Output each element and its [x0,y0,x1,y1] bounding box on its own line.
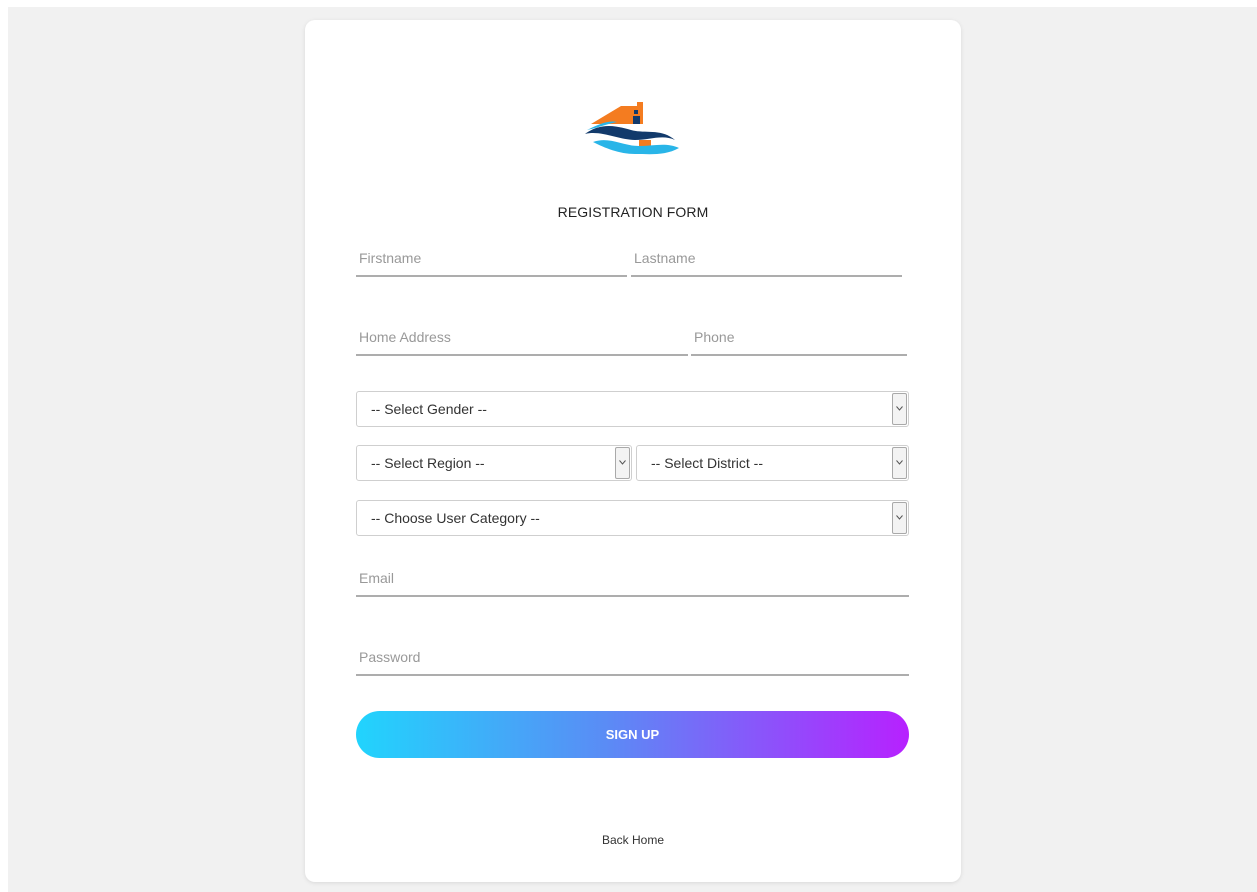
firstname-field[interactable] [356,241,627,277]
back-home-link[interactable]: Back Home [305,833,961,847]
password-field[interactable] [356,640,909,676]
house-on-waves-logo [585,102,679,155]
district-select[interactable]: -- Select District -- [636,445,909,481]
chevron-down-icon [892,502,907,534]
user-category-select[interactable]: -- Choose User Category -- [356,500,909,536]
gender-select-value: -- Select Gender -- [371,401,487,417]
form-title: REGISTRATION FORM [557,204,709,220]
lastname-field[interactable] [631,241,902,277]
home-address-field[interactable] [356,320,688,356]
registration-card: REGISTRATION FORM -- Select Gender -- --… [305,20,961,882]
email-field[interactable] [356,561,909,597]
region-select-value: -- Select Region -- [371,455,485,471]
phone-field[interactable] [691,320,907,356]
region-select[interactable]: -- Select Region -- [356,445,632,481]
user-category-select-value: -- Choose User Category -- [371,510,540,526]
sign-up-button[interactable]: SIGN UP [356,711,909,758]
chevron-down-icon [892,447,907,479]
gender-select[interactable]: -- Select Gender -- [356,391,909,427]
chevron-down-icon [615,447,630,479]
chevron-down-icon [892,393,907,425]
district-select-value: -- Select District -- [651,455,763,471]
